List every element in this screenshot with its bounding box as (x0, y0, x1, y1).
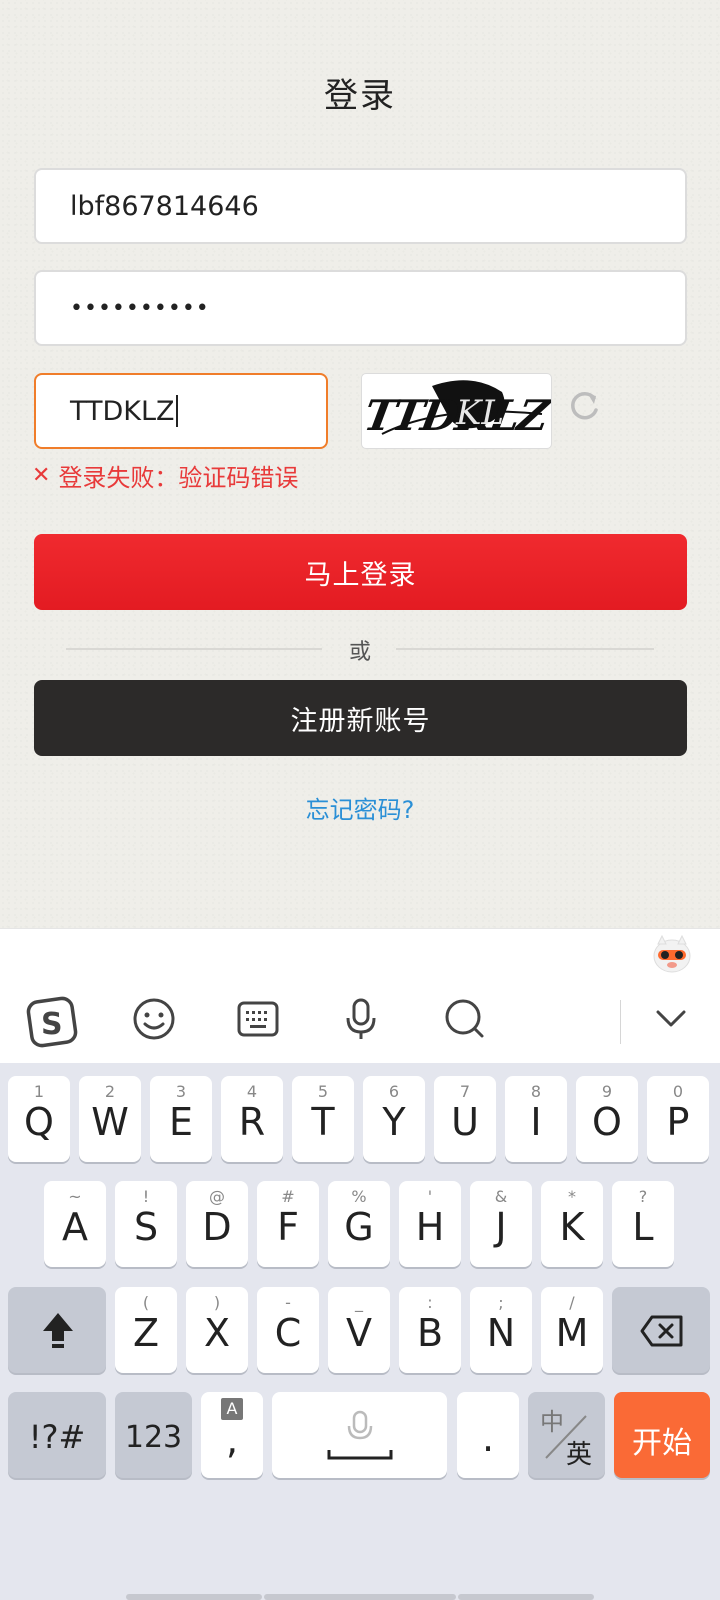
emoji-icon[interactable] (131, 996, 177, 1042)
captcha-input-value: TTDKLZ (70, 395, 175, 427)
sogou-logo-icon[interactable]: S (26, 996, 78, 1048)
or-divider: 或 (0, 632, 720, 665)
symbols-key[interactable]: !?# (8, 1392, 106, 1478)
shift-key[interactable] (8, 1287, 106, 1373)
register-button[interactable]: 注册新账号 (34, 680, 687, 756)
text-caret (175, 395, 178, 427)
key-d[interactable]: @ D (186, 1181, 248, 1267)
shift-icon (43, 1313, 73, 1348)
or-text: 或 (348, 640, 371, 665)
captcha-input[interactable]: TTDKLZ (34, 373, 328, 449)
refresh-captcha-icon[interactable] (566, 388, 602, 424)
chevron-down-icon[interactable] (648, 996, 694, 1042)
key-f[interactable]: # F (257, 1181, 319, 1267)
key-m[interactable]: / M (541, 1287, 603, 1373)
nav-indicator-center (264, 1594, 456, 1600)
mascot-icon[interactable] (652, 934, 692, 974)
start-key[interactable]: 开始 (614, 1392, 710, 1478)
login-screen: 登录 lbf867814646 •••••••••• TTDKLZ TTDKLZ… (0, 0, 720, 928)
key-o[interactable]: 9O (576, 1076, 638, 1162)
numbers-key[interactable]: 123 (115, 1392, 192, 1478)
key-g[interactable]: % G (328, 1181, 390, 1267)
caps-a-badge: A (221, 1398, 243, 1420)
username-field[interactable]: lbf867814646 (34, 168, 687, 244)
microphone-icon[interactable] (338, 996, 384, 1042)
svg-text:S: S (41, 1007, 63, 1042)
login-button[interactable]: 马上登录 (34, 534, 687, 610)
comma-key[interactable]: A , (201, 1392, 263, 1478)
key-x[interactable]: ) X (186, 1287, 248, 1373)
username-value: lbf867814646 (70, 190, 259, 222)
key-j[interactable]: & J (470, 1181, 532, 1267)
key-a[interactable]: ~ A (44, 1181, 106, 1267)
key-z[interactable]: (Z (115, 1287, 177, 1373)
key-h[interactable]: ' H (399, 1181, 461, 1267)
language-switch-key[interactable]: 中 英 (528, 1392, 605, 1478)
period-key[interactable]: . (457, 1392, 519, 1478)
error-text: 登录失败：验证码错误 (58, 464, 299, 492)
key-b[interactable]: :B (399, 1287, 461, 1373)
password-value: •••••••••• (70, 295, 210, 321)
page-title: 登录 (324, 76, 396, 116)
nav-indicator-left (126, 1594, 262, 1600)
key-k[interactable]: * K (541, 1181, 603, 1267)
key-w[interactable]: 2W (79, 1076, 141, 1162)
key-i[interactable]: 8I (505, 1076, 567, 1162)
forgot-password-link[interactable]: 忘记密码? (0, 790, 720, 825)
search-icon[interactable] (442, 996, 488, 1042)
nav-indicator-right (458, 1594, 594, 1600)
backspace-icon (640, 1315, 683, 1347)
space-key[interactable] (272, 1392, 447, 1478)
error-x-icon: ✕ (32, 463, 51, 488)
space-mic-icon (327, 1410, 393, 1460)
key-l[interactable]: ? L (612, 1181, 674, 1267)
key-e[interactable]: 3E (150, 1076, 212, 1162)
key-q[interactable]: 1Q (8, 1076, 70, 1162)
key-p[interactable]: 0P (647, 1076, 709, 1162)
key-s[interactable]: ! S (115, 1181, 177, 1267)
key-v[interactable]: _ V (328, 1287, 390, 1373)
toolbar-divider (620, 1000, 621, 1044)
key-n[interactable]: ; N (470, 1287, 532, 1373)
password-field[interactable]: •••••••••• (34, 270, 687, 346)
backspace-key[interactable] (612, 1287, 710, 1373)
keyboard-icon[interactable] (235, 996, 281, 1042)
svg-text:KL: KL (455, 393, 504, 433)
key-r[interactable]: 4R (221, 1076, 283, 1162)
key-t[interactable]: 5T (292, 1076, 354, 1162)
key-y[interactable]: 6Y (363, 1076, 425, 1162)
error-message: ✕ 登录失败：验证码错误 (32, 458, 298, 493)
key-u[interactable]: 7U (434, 1076, 496, 1162)
captcha-image[interactable]: TTDKLZ KL (361, 373, 552, 449)
key-c[interactable]: -C (257, 1287, 319, 1373)
